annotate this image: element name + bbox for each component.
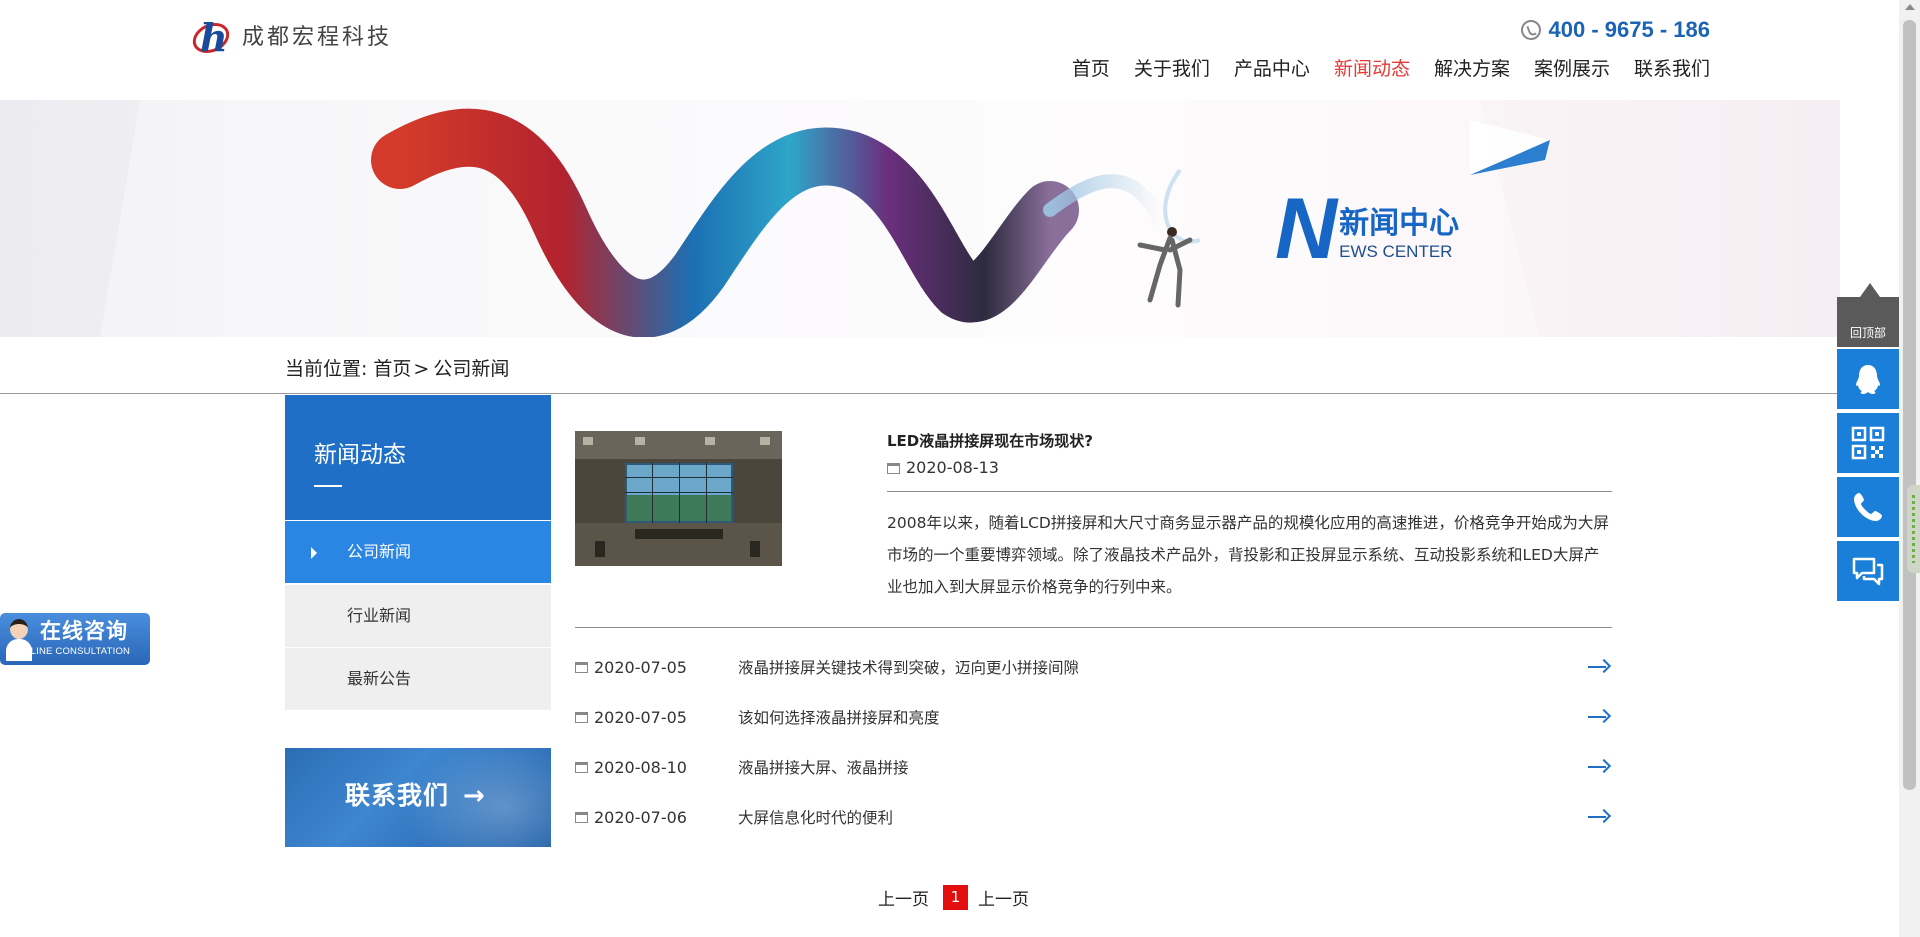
site-logo[interactable]: h 成都宏程科技 bbox=[187, 16, 393, 60]
calendar-icon bbox=[887, 462, 900, 474]
sidebar-item-latest-notice[interactable]: 最新公告 bbox=[285, 648, 551, 710]
chat-button[interactable] bbox=[1837, 541, 1899, 603]
content-divider bbox=[0, 393, 1840, 394]
page-scrollbar[interactable] bbox=[1899, 0, 1920, 937]
nav-solutions[interactable]: 解决方案 bbox=[1422, 54, 1522, 84]
back-to-top-button[interactable]: 回顶部 bbox=[1837, 283, 1899, 347]
featured-article-image[interactable] bbox=[575, 431, 782, 566]
online-consultation-button[interactable]: 在线咨询 ONLINE CONSULTATION bbox=[0, 613, 150, 665]
main-nav: 首页 关于我们 产品中心 新闻动态 解决方案 案例展示 联系我们 bbox=[1060, 54, 1710, 84]
sidebar-item-label: 公司新闻 bbox=[347, 542, 412, 561]
news-list-item[interactable]: 2020-07-05 液晶拼接屏关键技术得到突破，迈向更小拼接间隙 bbox=[575, 652, 1612, 682]
news-date: 2020-07-06 bbox=[594, 807, 687, 827]
breadcrumb-home[interactable]: 首页 bbox=[373, 354, 411, 384]
side-panel-handle[interactable] bbox=[1907, 485, 1920, 573]
arrow-right-icon[interactable] bbox=[1586, 757, 1612, 777]
contact-us-banner[interactable]: 联系我们 → bbox=[285, 748, 551, 847]
featured-article-date: 2020-08-13 bbox=[887, 457, 999, 479]
sidebar-item-label: 最新公告 bbox=[347, 669, 412, 688]
featured-article-excerpt: 2008年以来，随着LCD拼接屏和大尺寸商务显示器产品的规模化应用的高速推进，价… bbox=[887, 514, 1609, 596]
qr-code-icon bbox=[1851, 426, 1885, 460]
consultation-label-en: ONLINE CONSULTATION bbox=[16, 646, 131, 657]
banner-title: N 新闻中心 EWS CENTER bbox=[1275, 181, 1460, 277]
logo-mark-icon: h bbox=[187, 16, 235, 60]
caret-right-icon bbox=[311, 547, 317, 559]
calendar-icon bbox=[575, 711, 588, 723]
arrow-right-icon[interactable] bbox=[1586, 657, 1612, 677]
sidebar-item-company-news[interactable]: 公司新闻 bbox=[285, 521, 551, 583]
sidebar-heading: 新闻动态 bbox=[285, 395, 551, 520]
logo-text: 成都宏程科技 bbox=[242, 25, 393, 50]
nav-about[interactable]: 关于我们 bbox=[1122, 54, 1222, 84]
consultation-label-cn: 在线咨询 bbox=[40, 619, 128, 643]
arrow-right-icon: → bbox=[463, 781, 485, 811]
sidebar-item-label: 行业新闻 bbox=[347, 606, 412, 625]
contact-us-label: 联系我们 bbox=[345, 781, 450, 810]
arrow-right-icon[interactable] bbox=[1586, 807, 1612, 827]
news-title[interactable]: 液晶拼接大屏、液晶拼接 bbox=[738, 756, 1586, 778]
pagination-prev[interactable]: 上一页 bbox=[878, 885, 929, 910]
pagination-next[interactable]: 上一页 bbox=[978, 885, 1029, 910]
news-date: 2020-07-05 bbox=[594, 657, 687, 677]
breadcrumb: 当前位置: 首页 > 公司新闻 bbox=[285, 354, 509, 384]
news-title[interactable]: 液晶拼接屏关键技术得到突破，迈向更小拼接间隙 bbox=[738, 656, 1586, 678]
list-divider bbox=[575, 627, 1612, 628]
chat-icon bbox=[1852, 557, 1884, 586]
news-title[interactable]: 大屏信息化时代的便利 bbox=[738, 806, 1586, 828]
breadcrumb-current: 公司新闻 bbox=[433, 358, 510, 380]
arrow-right-icon[interactable] bbox=[1586, 707, 1612, 727]
phone-button[interactable] bbox=[1837, 477, 1899, 539]
nav-products[interactable]: 产品中心 bbox=[1222, 54, 1322, 84]
news-title[interactable]: 该如何选择液晶拼接屏和亮度 bbox=[738, 706, 1586, 728]
banner-title-cn: 新闻中心 bbox=[1339, 206, 1460, 241]
phone-icon bbox=[1520, 20, 1541, 40]
calendar-icon bbox=[575, 811, 588, 823]
date-text: 2020-08-13 bbox=[906, 458, 999, 477]
page: h 成都宏程科技 400 - 9675 - 186 首页 关于我们 产品中心 新… bbox=[0, 0, 1920, 937]
sidebar-heading-underline bbox=[314, 485, 342, 487]
banner-ribbon-graphic bbox=[100, 100, 1550, 337]
scrollbar-thumb[interactable] bbox=[1903, 20, 1916, 790]
phone-number: 400 - 9675 - 186 bbox=[1548, 17, 1710, 42]
qq-icon bbox=[1856, 365, 1880, 394]
news-list-item[interactable]: 2020-08-10 液晶拼接大屏、液晶拼接 bbox=[575, 752, 1612, 782]
calendar-icon bbox=[575, 761, 588, 773]
banner-title-initial: N bbox=[1275, 181, 1338, 277]
banner-title-en: EWS CENTER bbox=[1339, 242, 1453, 261]
featured-divider bbox=[887, 491, 1612, 492]
nav-cases[interactable]: 案例展示 bbox=[1522, 54, 1622, 84]
news-list-item[interactable]: 2020-07-05 该如何选择液晶拼接屏和亮度 bbox=[575, 702, 1612, 732]
header-phone: 400 - 9675 - 186 bbox=[1520, 16, 1710, 44]
sidebar-heading-text: 新闻动态 bbox=[314, 442, 406, 468]
nav-news[interactable]: 新闻动态 bbox=[1322, 54, 1422, 84]
qq-button[interactable] bbox=[1837, 349, 1899, 411]
phone-icon bbox=[1854, 493, 1882, 521]
breadcrumb-separator: > bbox=[413, 358, 430, 380]
scroll-up-icon[interactable] bbox=[1905, 4, 1915, 10]
nav-home[interactable]: 首页 bbox=[1060, 54, 1122, 84]
news-date: 2020-07-05 bbox=[594, 707, 687, 727]
news-list-item[interactable]: 2020-07-06 大屏信息化时代的便利 bbox=[575, 802, 1612, 832]
qr-code-button[interactable] bbox=[1837, 413, 1899, 475]
featured-article-title[interactable]: LED液晶拼接屏现在市场现状? bbox=[887, 430, 1093, 452]
pagination: 上一页 1 上一页 bbox=[878, 885, 1029, 910]
news-date: 2020-08-10 bbox=[594, 757, 687, 777]
calendar-icon bbox=[575, 661, 588, 673]
sidebar-item-industry-news[interactable]: 行业新闻 bbox=[285, 585, 551, 647]
nav-contact[interactable]: 联系我们 bbox=[1622, 54, 1710, 84]
pagination-current-page[interactable]: 1 bbox=[943, 885, 968, 910]
breadcrumb-prefix: 当前位置: bbox=[285, 358, 368, 380]
news-banner: N 新闻中心 EWS CENTER bbox=[0, 100, 1840, 337]
